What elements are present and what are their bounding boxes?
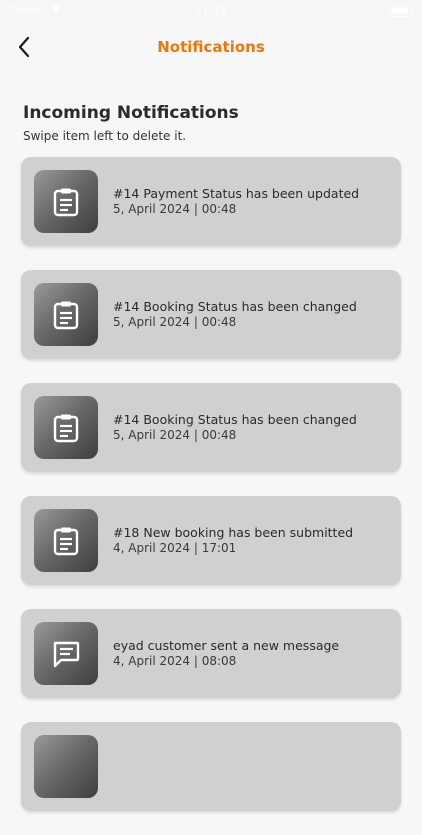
wifi-icon bbox=[50, 4, 62, 17]
notification-title: #14 Booking Status has been changed bbox=[113, 412, 357, 427]
clipboard-icon bbox=[34, 509, 98, 572]
notification-item-partial[interactable] bbox=[21, 722, 401, 811]
notification-icon-partial bbox=[34, 735, 98, 798]
notification-title: eyad customer sent a new message bbox=[113, 638, 340, 653]
notification-list: #14 Payment Status has been updated 5, A… bbox=[21, 157, 401, 835]
clipboard-icon bbox=[34, 283, 98, 346]
clipboard-icon bbox=[34, 170, 98, 233]
notification-item[interactable]: eyad customer sent a new message 4, Apri… bbox=[21, 609, 401, 698]
notification-title: #18 New booking has been submitted bbox=[113, 525, 354, 540]
notification-date: 4, April 2024 | 17:01 bbox=[113, 541, 237, 555]
clock-time: 11:45 bbox=[195, 4, 227, 17]
notification-title: #14 Booking Status has been changed bbox=[113, 299, 357, 314]
battery-icon bbox=[390, 6, 412, 17]
clipboard-icon bbox=[34, 396, 98, 459]
notification-date: 5, April 2024 | 00:48 bbox=[113, 315, 237, 329]
notification-item[interactable]: #14 Booking Status has been changed 5, A… bbox=[21, 383, 401, 472]
section-subtitle: Swipe item left to delete it. bbox=[23, 129, 187, 143]
status-bar: Carrier 11:45 bbox=[0, 0, 422, 22]
page-title: Notifications bbox=[157, 38, 265, 56]
carrier-label: Carrier bbox=[8, 4, 46, 17]
notification-item[interactable]: #18 New booking has been submitted 4, Ap… bbox=[21, 496, 401, 585]
notification-date: 5, April 2024 | 00:48 bbox=[113, 202, 237, 216]
section-title: Incoming Notifications bbox=[23, 103, 239, 123]
message-icon bbox=[34, 622, 98, 685]
notification-date: 5, April 2024 | 00:48 bbox=[113, 428, 237, 442]
notification-title: #14 Payment Status has been updated bbox=[113, 186, 360, 201]
notification-item[interactable]: #14 Booking Status has been changed 5, A… bbox=[21, 270, 401, 359]
notification-date: 4, April 2024 | 08:08 bbox=[113, 654, 237, 668]
navigation-header: Notifications bbox=[0, 28, 422, 68]
notification-item[interactable]: #14 Payment Status has been updated 5, A… bbox=[21, 157, 401, 246]
